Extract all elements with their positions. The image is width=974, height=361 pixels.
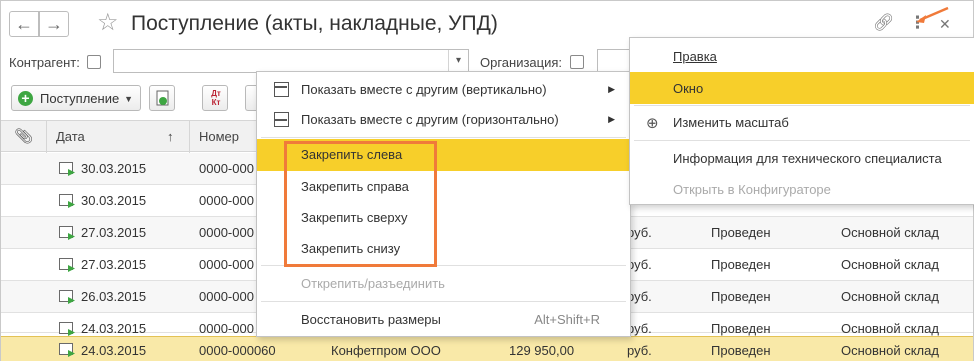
back-arrow-icon[interactable]: ← — [9, 11, 39, 37]
cell-date: 24.03.2015 — [81, 321, 147, 336]
menu-unpin: Открепить/разъединить — [257, 268, 630, 300]
cell-status: Проведен — [711, 289, 771, 304]
counterparty-checkbox[interactable] — [87, 55, 101, 69]
add-receipt-button[interactable]: + Поступление ▼ — [11, 85, 141, 111]
sort-asc-icon[interactable]: ↑ — [167, 129, 174, 144]
cell-sum: 129 950,00 — [509, 343, 575, 358]
add-receipt-label: Поступление — [40, 91, 120, 106]
cell-warehouse: Основной склад — [841, 321, 939, 336]
cell-warehouse: Основной склад — [841, 257, 939, 272]
star-icon[interactable]: ☆ — [97, 8, 119, 37]
dt-kt-icon: Дт Кт — [211, 89, 221, 107]
cell-date: 30.03.2015 — [81, 193, 147, 208]
menu-show-vertical[interactable]: Показать вместе с другим (вертикально) ▶ — [257, 74, 630, 106]
cell-number: 0000-000 — [199, 225, 254, 240]
zoom-in-icon: ⊕ — [646, 115, 659, 132]
menu-edit[interactable]: Правка — [630, 40, 974, 72]
dropdown-icon[interactable]: ▾ — [448, 50, 468, 72]
cell-date: 27.03.2015 — [81, 257, 147, 272]
more-menu: Правка Окно ⊕ Изменить масштаб Информаци… — [629, 37, 974, 205]
menu-show-horizontal[interactable]: Показать вместе с другим (горизонтально)… — [257, 104, 630, 136]
shortcut-label: Alt+Shift+R — [534, 312, 600, 327]
chevron-right-icon: ▶ — [608, 114, 615, 124]
cell-status: Проведен — [711, 343, 771, 358]
doc-posted-icon — [59, 162, 73, 174]
cell-number: 0000-000 — [199, 289, 254, 304]
cell-number: 0000-000 — [199, 193, 254, 208]
doc-posted-icon — [59, 322, 73, 334]
cell-date: 27.03.2015 — [81, 225, 147, 240]
cell-status: Проведен — [711, 321, 771, 336]
app-window: ← → ☆ Поступление (акты, накладные, УПД)… — [0, 0, 974, 361]
cell-warehouse: Основной склад — [841, 343, 939, 358]
cell-date: 26.03.2015 — [81, 289, 147, 304]
annotation-highlight-box — [284, 141, 437, 267]
doc-posted-icon — [59, 290, 73, 302]
chevron-down-icon: ▼ — [124, 94, 133, 104]
cell-warehouse: Основной склад — [841, 225, 939, 240]
plus-icon: + — [18, 91, 33, 106]
menu-item-label: Изменить масштаб — [673, 115, 789, 130]
menu-item-label: Правка — [673, 49, 717, 64]
menu-zoom[interactable]: ⊕ Изменить масштаб — [630, 106, 974, 138]
cell-date: 30.03.2015 — [81, 161, 147, 176]
menu-item-label: Информация для технического специалиста — [673, 151, 942, 166]
cell-date: 24.03.2015 — [81, 343, 147, 358]
dt-kt-button[interactable]: Дт Кт — [202, 85, 228, 111]
cell-number: 0000-000 — [199, 257, 254, 272]
cell-number: 0000-000060 — [199, 343, 276, 358]
menu-tech-info[interactable]: Информация для технического специалиста — [630, 142, 974, 174]
column-number[interactable]: Номер — [199, 129, 239, 144]
organization-label: Организация: — [480, 55, 563, 70]
menu-item-label: Открыть в Конфигураторе — [673, 182, 831, 197]
menu-window[interactable]: Окно — [630, 72, 974, 104]
menu-item-label: Показать вместе с другим (вертикально) — [301, 82, 547, 97]
cell-status: Проведен — [711, 257, 771, 272]
menu-item-label: Открепить/разъединить — [301, 276, 445, 291]
doc-posted-icon — [59, 343, 73, 355]
doc-posted-icon — [59, 258, 73, 270]
menu-restore-size[interactable]: Восстановить размеры Alt+Shift+R — [257, 304, 630, 336]
doc-posted-icon — [59, 226, 73, 238]
organization-checkbox[interactable] — [570, 55, 584, 69]
menu-open-configurator: Открыть в Конфигураторе — [630, 173, 974, 205]
copy-doc-button[interactable] — [149, 85, 175, 111]
cell-number: 0000-000 — [199, 321, 254, 336]
menu-item-label: Показать вместе с другим (горизонтально) — [301, 112, 559, 127]
attachment-icon[interactable]: 📎︎ — [14, 127, 33, 145]
split-vertical-icon — [274, 82, 289, 97]
cell-currency: руб. — [627, 343, 652, 358]
menu-item-label: Окно — [673, 81, 704, 96]
cell-number: 0000-000 — [199, 161, 254, 176]
page-title: Поступление (акты, накладные, УПД) — [131, 12, 498, 35]
cell-contractor: Конфетпром ООО — [331, 343, 441, 358]
counterparty-label: Контрагент: — [9, 55, 80, 70]
link-icon[interactable]: 🔗︎ — [873, 13, 895, 33]
forward-arrow-icon[interactable]: → — [39, 11, 69, 37]
copy-doc-icon — [156, 90, 169, 106]
counterparty-field[interactable]: ▾ — [113, 49, 469, 73]
cell-status: Проведен — [711, 225, 771, 240]
doc-posted-icon — [59, 194, 73, 206]
chevron-right-icon: ▶ — [608, 84, 615, 94]
table-row-selected[interactable]: 24.03.2015 0000-000060 Конфетпром ООО 12… — [1, 336, 973, 361]
menu-item-label: Восстановить размеры — [301, 312, 441, 327]
cell-warehouse: Основной склад — [841, 289, 939, 304]
annotation-arrow-icon — [916, 6, 949, 23]
column-date[interactable]: Дата — [56, 129, 85, 144]
split-horizontal-icon — [274, 112, 289, 127]
